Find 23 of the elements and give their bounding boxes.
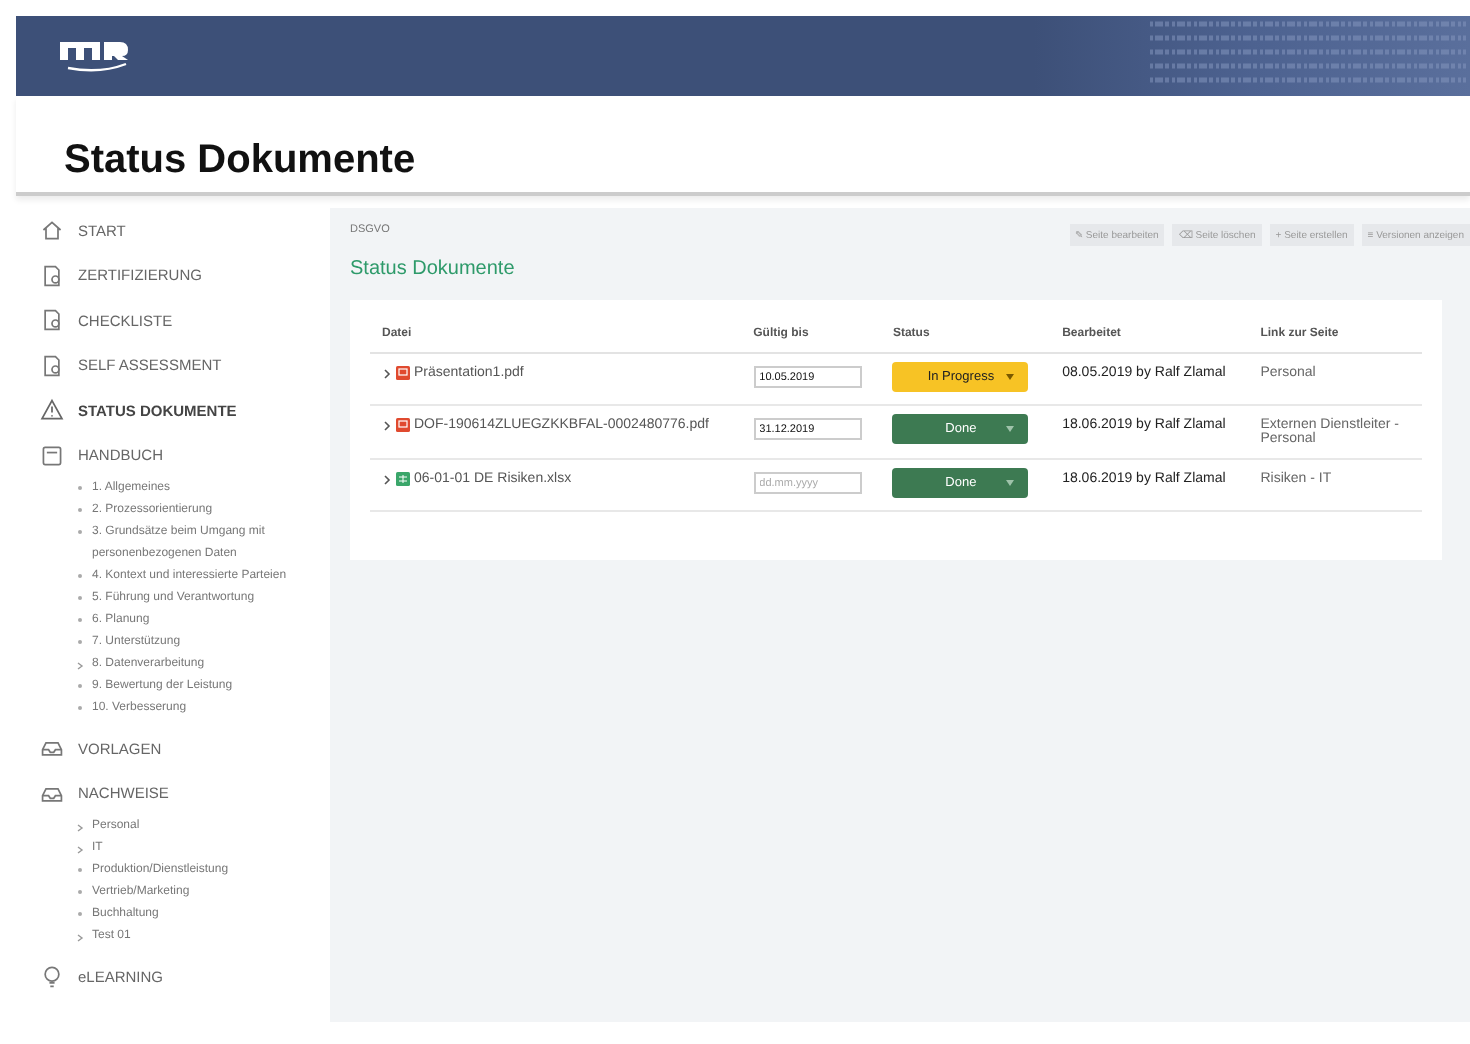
expand-chevron-icon[interactable]	[382, 419, 392, 431]
chevron-icon	[76, 662, 84, 670]
pdf-file-icon	[396, 366, 410, 380]
lightbulb-icon	[40, 964, 64, 989]
page-title: Status Dokumente	[64, 138, 416, 184]
document-icon	[40, 308, 64, 333]
expand-chevron-icon[interactable]	[382, 367, 392, 379]
document-icon	[40, 353, 64, 378]
spreadsheet-file-icon	[396, 472, 410, 486]
chevron-icon	[76, 824, 84, 832]
caret-icon	[1006, 426, 1015, 432]
home-icon	[40, 218, 64, 243]
caret-icon	[1006, 374, 1015, 380]
document-icon	[40, 263, 64, 288]
book-icon	[40, 443, 64, 468]
chevron-icon	[76, 934, 84, 942]
caret-icon	[1006, 480, 1015, 486]
warning-icon	[40, 398, 64, 423]
tray-icon	[40, 736, 64, 761]
pdf-file-icon	[396, 418, 410, 432]
chevron-icon	[76, 846, 84, 854]
content-title: Status Dokumente	[350, 258, 517, 280]
expand-chevron-icon[interactable]	[382, 473, 392, 485]
